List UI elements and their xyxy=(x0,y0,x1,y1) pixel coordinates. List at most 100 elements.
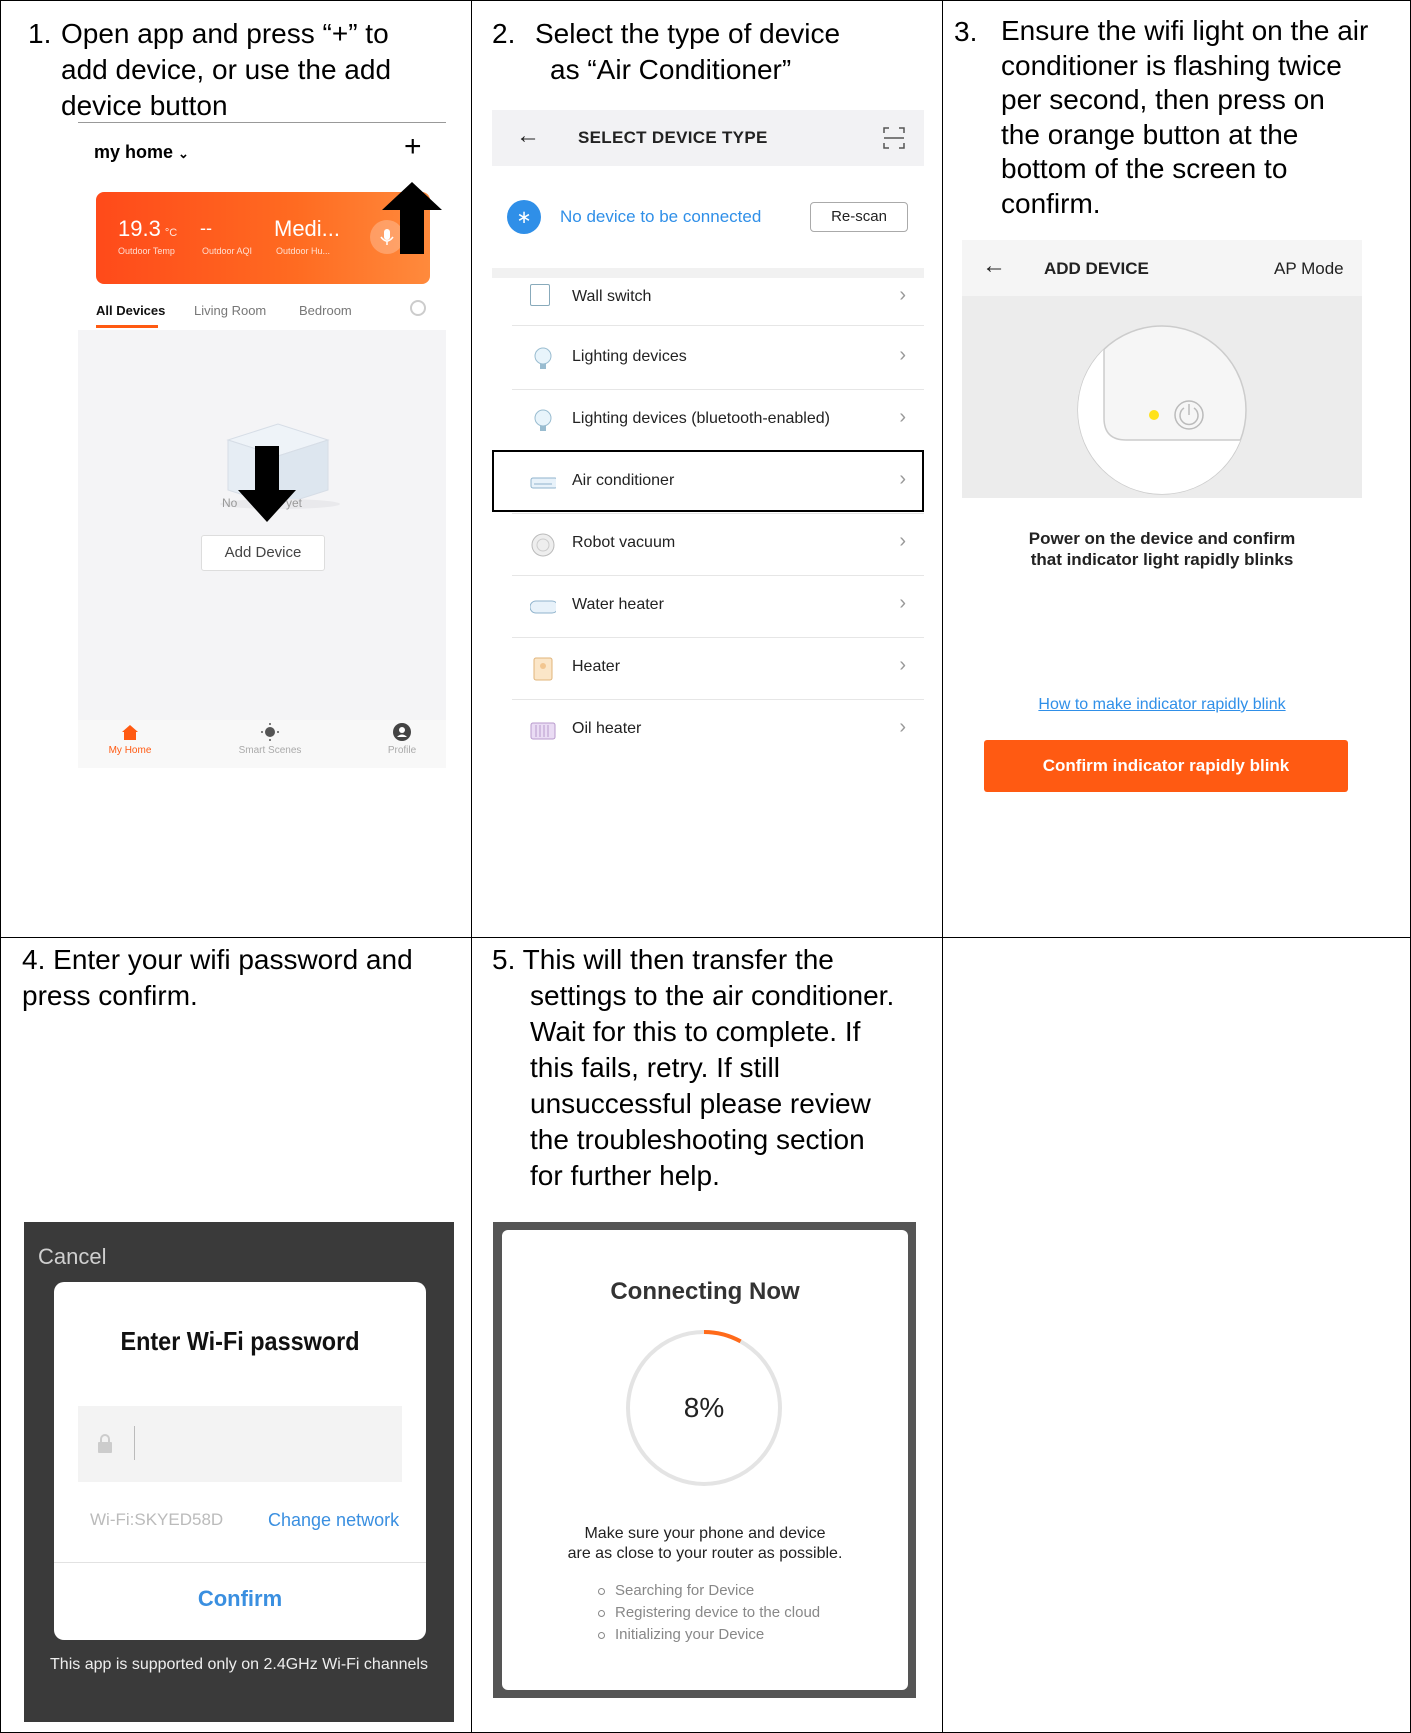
bluetooth-scan-row: ∗ No device to be connected Re-scan xyxy=(492,166,924,268)
dialog-divider xyxy=(54,1562,426,1563)
chevron-right-icon: › xyxy=(899,406,906,428)
step-4-text: 4. Enter your wifi password and press co… xyxy=(22,942,413,1014)
device-type-label: Lighting devices xyxy=(572,348,687,365)
chevron-right-icon: › xyxy=(899,654,906,676)
chevron-right-icon: › xyxy=(899,592,906,614)
device-type-item-air-conditioner[interactable]: Air conditioner › xyxy=(512,452,924,514)
circle-bullet-icon xyxy=(598,1632,605,1639)
outdoor-aqi-value: -- xyxy=(200,218,212,238)
dialog-title: Enter Wi-Fi password xyxy=(120,1326,360,1356)
wifi-password-input[interactable] xyxy=(78,1406,402,1482)
water-heater-icon xyxy=(530,600,556,614)
step-line: unsuccessful please review xyxy=(530,1088,871,1119)
outdoor-humidity-label: Outdoor Hu... xyxy=(276,246,331,256)
settings-gear-icon[interactable] xyxy=(410,300,426,316)
nav-smart-scenes[interactable]: Smart Scenes xyxy=(230,722,310,756)
chevron-right-icon: › xyxy=(899,716,906,738)
device-type-item[interactable]: Heater › xyxy=(512,638,924,700)
progress-percent: 8% xyxy=(683,1392,725,1423)
step-line: add device, or use the add xyxy=(61,54,392,85)
step-2-text: Select the type of device as “Air Condit… xyxy=(535,16,840,88)
add-device-header: ← ADD DEVICE AP Mode xyxy=(962,240,1362,296)
room-tab-bedroom[interactable]: Bedroom xyxy=(299,303,352,318)
light-bulb-icon xyxy=(534,409,552,431)
profile-icon xyxy=(393,723,411,741)
lock-icon xyxy=(98,1434,112,1453)
heater-icon xyxy=(533,657,553,681)
confirm-indicator-button[interactable]: Confirm indicator rapidly blink xyxy=(984,740,1348,792)
step-line: Open app and press “+” to xyxy=(61,18,389,49)
ap-mode-link[interactable]: AP Mode xyxy=(1274,259,1344,279)
current-wifi-label: Wi-Fi:SKYED58D xyxy=(90,1510,224,1529)
step-line: bottom of the screen to xyxy=(1001,153,1288,184)
step-line: this fails, retry. If still xyxy=(530,1052,780,1083)
circle-bullet-icon xyxy=(598,1588,605,1595)
device-indicator-illustration xyxy=(962,296,1362,498)
step-2-number: 2. xyxy=(492,18,516,49)
device-type-item[interactable]: Wall switch › xyxy=(512,270,924,326)
nav-my-home[interactable]: My Home xyxy=(90,722,170,756)
device-type-item[interactable]: Lighting devices › xyxy=(512,328,924,390)
arrow-down-annotation xyxy=(238,446,296,522)
device-type-label: Robot vacuum xyxy=(572,534,676,551)
cell-empty xyxy=(942,937,1411,1733)
room-tab-living-room[interactable]: Living Room xyxy=(194,303,266,318)
home-selector[interactable]: my home ⌄ xyxy=(94,142,189,163)
oil-heater-icon xyxy=(530,722,556,740)
select-device-header: ← SELECT DEVICE TYPE xyxy=(492,110,924,166)
no-devices-text-left: No xyxy=(222,496,238,510)
step-line: settings to the air conditioner. xyxy=(530,980,895,1011)
room-tab-all[interactable]: All Devices xyxy=(96,303,165,318)
rescan-button[interactable]: Re-scan xyxy=(810,202,908,232)
step-line: This will then transfer the xyxy=(522,944,834,975)
step-line: the orange button at the xyxy=(1001,118,1299,150)
device-type-label: Lighting devices (bluetooth-enabled) xyxy=(572,410,830,427)
bluetooth-icon: ∗ xyxy=(507,200,541,234)
chevron-right-icon: › xyxy=(899,530,906,552)
wifi-support-note: This app is supported only on 2.4GHz Wi-… xyxy=(50,1656,428,1673)
device-type-item[interactable]: Robot vacuum › xyxy=(512,514,924,576)
step-line: as “Air Conditioner” xyxy=(550,54,792,85)
active-tab-underline xyxy=(96,325,158,328)
back-arrow-icon[interactable]: ← xyxy=(516,122,540,150)
no-device-message: No device to be connected xyxy=(560,207,762,226)
scan-icon[interactable] xyxy=(882,126,906,150)
no-devices-text-right: yet xyxy=(286,496,303,510)
device-type-item[interactable]: Oil heater › xyxy=(512,700,924,762)
add-device-plus-button[interactable]: + xyxy=(404,132,422,162)
outdoor-temp-label: Outdoor Temp xyxy=(118,246,175,256)
temp-unit: °C xyxy=(164,227,178,239)
empty-device-area xyxy=(78,330,446,720)
step-4-number: 4. xyxy=(22,944,46,975)
back-arrow-icon[interactable]: ← xyxy=(982,252,1006,280)
how-to-blink-link[interactable]: How to make indicator rapidly blink xyxy=(962,696,1362,714)
step-line: the troubleshooting section xyxy=(530,1124,865,1155)
step-5-number: 5. xyxy=(492,944,516,975)
light-bulb-icon xyxy=(534,347,552,369)
chevron-down-icon: ⌄ xyxy=(178,146,189,161)
step-5-text: 5. This will then transfer the settings … xyxy=(492,942,894,1194)
step-line: Enter your wifi password and xyxy=(53,944,413,975)
chevron-right-icon: › xyxy=(899,468,906,490)
nav-label: My Home xyxy=(108,745,152,756)
cancel-button[interactable]: Cancel xyxy=(38,1244,106,1270)
confirm-button[interactable]: Confirm xyxy=(54,1586,426,1612)
nav-profile[interactable]: Profile xyxy=(362,722,442,756)
step-line: Ensure the wifi light on the air xyxy=(1001,15,1369,46)
step-line: Wait for this to complete. If xyxy=(530,1016,861,1047)
change-network-link[interactable]: Change network xyxy=(268,1510,399,1531)
step-line: for further help. xyxy=(530,1160,720,1191)
step-1-number: 1. xyxy=(28,18,52,49)
connection-checklist: Searching for Device Registering device … xyxy=(598,1580,820,1646)
wall-switch-icon xyxy=(530,284,550,306)
add-device-button[interactable]: Add Device xyxy=(201,535,325,571)
circle-bullet-icon xyxy=(598,1610,605,1617)
step-line: device button xyxy=(61,90,228,121)
arrow-up-annotation xyxy=(382,182,442,254)
device-type-item[interactable]: Water heater › xyxy=(512,576,924,638)
device-type-item[interactable]: Lighting devices (bluetooth-enabled) › xyxy=(512,390,924,452)
sun-icon xyxy=(261,723,279,741)
outdoor-temp-value: 19.3 °C xyxy=(118,216,178,241)
outdoor-humidity-value: Medi... xyxy=(274,216,341,241)
step-3-text: Ensure the wifi light on the air conditi… xyxy=(1001,14,1368,221)
